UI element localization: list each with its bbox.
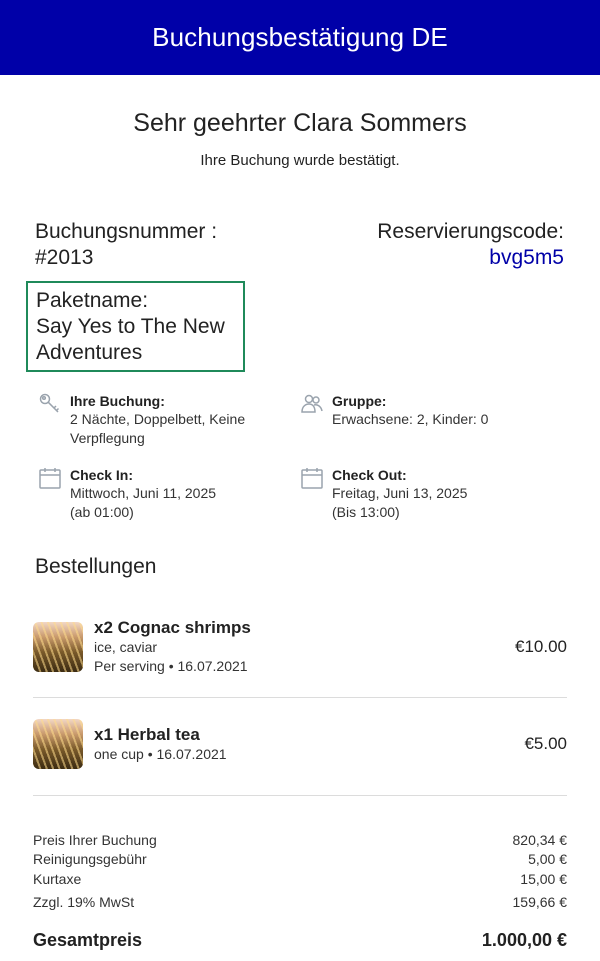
confirmation-message: Ihre Buchung wurde bestätigt. xyxy=(200,152,400,169)
summary-row: Zzgl. 19% MwSt 159,66 € xyxy=(33,894,567,910)
group-label: Gruppe: xyxy=(332,393,387,409)
package-box: Paketname: Say Yes to The New Adventures xyxy=(26,281,245,372)
booking-details-line1: 2 Nächte, Doppelbett, Keine xyxy=(70,411,246,427)
booking-details: Ihre Buchung: 2 Nächte, Doppelbett, Kein… xyxy=(38,392,278,448)
summary-row: Kurtaxe 15,00 € xyxy=(33,871,567,887)
checkin-label: Check In: xyxy=(70,467,134,483)
order-desc: one cup • 16.07.2021 xyxy=(94,746,227,762)
summary-label: Reinigungsgebühr xyxy=(33,851,147,867)
order-desc: Per serving • 16.07.2021 xyxy=(94,658,248,674)
greeting-salutation: Sehr geehrter Clara Sommers xyxy=(133,109,467,137)
summary-row: Reinigungsgebühr 5,00 € xyxy=(33,851,567,867)
order-item: x2 Cognac shrimps ice, caviar Per servin… xyxy=(33,617,567,676)
summary-value: 159,66 € xyxy=(512,894,568,910)
order-image xyxy=(33,719,83,769)
reservation-code-value: bvg5m5 xyxy=(489,246,564,269)
order-price: €10.00 xyxy=(515,636,567,656)
order-desc: ice, caviar xyxy=(94,639,158,655)
total-value: 1.000,00 € xyxy=(481,930,567,950)
calendar-icon xyxy=(38,466,62,490)
order-price: €5.00 xyxy=(524,734,567,753)
summary-row: Preis Ihrer Buchung 820,34 € xyxy=(33,832,567,848)
key-icon xyxy=(38,392,62,416)
booking-details-line2: Verpflegung xyxy=(70,430,145,446)
checkin-line2: (ab 01:00) xyxy=(70,504,134,520)
summary-label: Kurtaxe xyxy=(33,871,82,887)
page-title: Buchungsbestätigung DE xyxy=(152,22,448,52)
total-row: Gesamtpreis 1.000,00 € xyxy=(33,930,567,951)
package-name-line1: Say Yes to The New xyxy=(36,315,225,338)
calendar-icon xyxy=(300,466,324,490)
order-item: x1 Herbal tea one cup • 16.07.2021 €5.00 xyxy=(33,719,567,769)
package-label: Paketname: xyxy=(36,289,149,312)
divider xyxy=(33,795,567,796)
checkout-details: Check Out: Freitag, Juni 13, 2025 (Bis 1… xyxy=(300,466,560,522)
summary-value: 820,34 € xyxy=(512,832,568,848)
group-line1: Erwachsene: 2, Kinder: 0 xyxy=(332,411,489,427)
reservation-code-label: Reservierungscode: xyxy=(377,220,564,243)
summary-label: Zzgl. 19% MwSt xyxy=(33,894,135,910)
checkin-details: Check In: Mittwoch, Juni 11, 2025 (ab 01… xyxy=(38,466,278,522)
orders-title: Bestellungen xyxy=(35,555,157,578)
order-name: x1 Herbal tea xyxy=(94,725,200,744)
booking-number-label: Buchungsnummer : xyxy=(35,220,218,243)
group-icon xyxy=(300,392,324,416)
total-label: Gesamtpreis xyxy=(33,930,143,950)
divider xyxy=(33,697,567,698)
order-name: x2 Cognac shrimps xyxy=(94,618,251,637)
summary-value: 5,00 € xyxy=(528,851,567,867)
booking-details-label: Ihre Buchung: xyxy=(70,393,165,409)
booking-number-value: #2013 xyxy=(35,246,94,269)
checkout-line1: Freitag, Juni 13, 2025 xyxy=(332,485,468,501)
order-image xyxy=(33,621,83,672)
summary-value: 15,00 € xyxy=(520,871,567,887)
group-details: Gruppe: Erwachsene: 2, Kinder: 0 xyxy=(300,392,560,429)
checkout-label: Check Out: xyxy=(332,467,407,483)
checkin-line1: Mittwoch, Juni 11, 2025 xyxy=(70,485,217,501)
checkout-line2: (Bis 13:00) xyxy=(332,504,400,520)
header-bar: Buchungsbestätigung DE xyxy=(0,0,600,75)
summary-label: Preis Ihrer Buchung xyxy=(33,832,157,848)
package-name-line2: Adventures xyxy=(36,341,143,364)
